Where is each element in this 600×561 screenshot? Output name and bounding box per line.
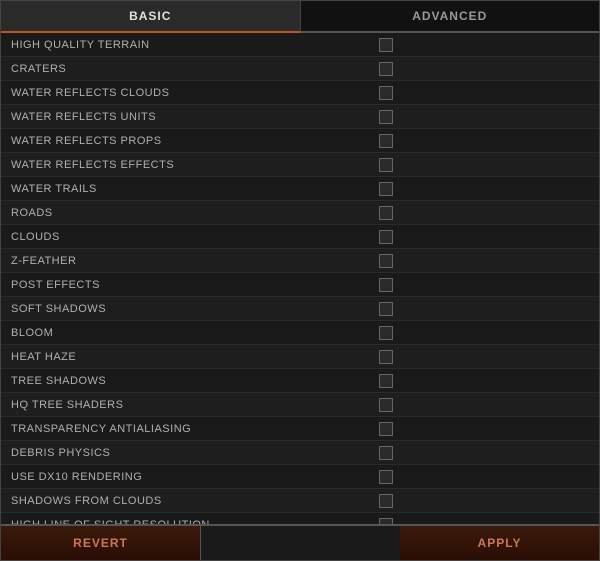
- setting-checkbox[interactable]: [379, 158, 393, 172]
- table-row: BLOOM: [1, 321, 599, 345]
- table-row: HIGH LINE OF SIGHT RESOLUTION: [1, 513, 599, 524]
- setting-checkbox[interactable]: [379, 302, 393, 316]
- setting-checkbox[interactable]: [379, 326, 393, 340]
- table-row: WATER REFLECTS PROPS: [1, 129, 599, 153]
- checkbox-area: [359, 374, 599, 388]
- setting-checkbox[interactable]: [379, 62, 393, 76]
- setting-checkbox[interactable]: [379, 230, 393, 244]
- setting-checkbox[interactable]: [379, 278, 393, 292]
- setting-checkbox[interactable]: [379, 422, 393, 436]
- apply-label: APPLY: [478, 536, 522, 550]
- setting-label: ROADS: [11, 207, 359, 219]
- checkbox-area: [359, 158, 599, 172]
- tab-basic[interactable]: BASIC: [1, 1, 301, 33]
- table-row: HEAT HAZE: [1, 345, 599, 369]
- checkbox-area: [359, 254, 599, 268]
- setting-label: Z-FEATHER: [11, 255, 359, 267]
- setting-label: WATER REFLECTS PROPS: [11, 135, 359, 147]
- setting-label: USE DX10 RENDERING: [11, 471, 359, 483]
- table-row: ROADS: [1, 201, 599, 225]
- checkbox-area: [359, 206, 599, 220]
- table-row: WATER TRAILS: [1, 177, 599, 201]
- setting-label: CLOUDS: [11, 231, 359, 243]
- table-row: TRANSPARENCY ANTIALIASING: [1, 417, 599, 441]
- setting-checkbox[interactable]: [379, 350, 393, 364]
- checkbox-area: [359, 182, 599, 196]
- table-row: TREE SHADOWS: [1, 369, 599, 393]
- table-row: CRATERS: [1, 57, 599, 81]
- setting-checkbox[interactable]: [379, 134, 393, 148]
- setting-label: WATER REFLECTS EFFECTS: [11, 159, 359, 171]
- table-row: WATER REFLECTS EFFECTS: [1, 153, 599, 177]
- setting-label: DEBRIS PHYSICS: [11, 447, 359, 459]
- setting-checkbox[interactable]: [379, 38, 393, 52]
- checkbox-area: [359, 38, 599, 52]
- checkbox-area: [359, 86, 599, 100]
- revert-label: REVERT: [73, 536, 128, 550]
- checkbox-area: [359, 446, 599, 460]
- checkbox-area: [359, 422, 599, 436]
- settings-container: BASIC ADVANCED HIGH QUALITY TERRAIN CRATE…: [0, 0, 600, 561]
- tab-advanced-label: ADVANCED: [412, 9, 487, 23]
- table-row: WATER REFLECTS UNITS: [1, 105, 599, 129]
- footer-middle: [201, 526, 400, 560]
- setting-checkbox[interactable]: [379, 398, 393, 412]
- table-row: Z-FEATHER: [1, 249, 599, 273]
- setting-label: POST EFFECTS: [11, 279, 359, 291]
- table-row: USE DX10 RENDERING: [1, 465, 599, 489]
- table-row: SOFT SHADOWS: [1, 297, 599, 321]
- checkbox-area: [359, 470, 599, 484]
- footer-bar: REVERT APPLY: [1, 524, 599, 560]
- checkbox-area: [359, 350, 599, 364]
- setting-checkbox[interactable]: [379, 110, 393, 124]
- revert-button[interactable]: REVERT: [1, 526, 201, 560]
- setting-label: HQ TREE SHADERS: [11, 399, 359, 411]
- content-area: HIGH QUALITY TERRAIN CRATERS WATER REFLECT…: [1, 33, 599, 524]
- setting-checkbox[interactable]: [379, 446, 393, 460]
- table-row: WATER REFLECTS CLOUDS: [1, 81, 599, 105]
- setting-label: SHADOWS FROM CLOUDS: [11, 495, 359, 507]
- table-row: HIGH QUALITY TERRAIN: [1, 33, 599, 57]
- setting-checkbox[interactable]: [379, 254, 393, 268]
- setting-label: WATER TRAILS: [11, 183, 359, 195]
- setting-label: HEAT HAZE: [11, 351, 359, 363]
- setting-checkbox[interactable]: [379, 494, 393, 508]
- setting-checkbox[interactable]: [379, 182, 393, 196]
- table-row: POST EFFECTS: [1, 273, 599, 297]
- setting-label: HIGH QUALITY TERRAIN: [11, 39, 359, 51]
- setting-label: CRATERS: [11, 63, 359, 75]
- table-row: SHADOWS FROM CLOUDS: [1, 489, 599, 513]
- checkbox-area: [359, 326, 599, 340]
- table-row: HQ TREE SHADERS: [1, 393, 599, 417]
- tab-advanced[interactable]: ADVANCED: [301, 1, 600, 31]
- table-row: CLOUDS: [1, 225, 599, 249]
- checkbox-area: [359, 302, 599, 316]
- checkbox-area: [359, 62, 599, 76]
- table-row: DEBRIS PHYSICS: [1, 441, 599, 465]
- setting-checkbox[interactable]: [379, 470, 393, 484]
- setting-label: WATER REFLECTS UNITS: [11, 111, 359, 123]
- setting-label: TREE SHADOWS: [11, 375, 359, 387]
- checkbox-area: [359, 278, 599, 292]
- checkbox-area: [359, 494, 599, 508]
- setting-label: TRANSPARENCY ANTIALIASING: [11, 423, 359, 435]
- setting-checkbox[interactable]: [379, 206, 393, 220]
- apply-button[interactable]: APPLY: [400, 526, 599, 560]
- checkbox-area: [359, 110, 599, 124]
- setting-checkbox[interactable]: [379, 374, 393, 388]
- setting-label: SOFT SHADOWS: [11, 303, 359, 315]
- tab-basic-label: BASIC: [129, 9, 171, 23]
- checkbox-area: [359, 230, 599, 244]
- settings-list[interactable]: HIGH QUALITY TERRAIN CRATERS WATER REFLECT…: [1, 33, 599, 524]
- setting-label: BLOOM: [11, 327, 359, 339]
- checkbox-area: [359, 398, 599, 412]
- checkbox-area: [359, 134, 599, 148]
- tabs-bar: BASIC ADVANCED: [1, 1, 599, 33]
- setting-checkbox[interactable]: [379, 86, 393, 100]
- setting-label: WATER REFLECTS CLOUDS: [11, 87, 359, 99]
